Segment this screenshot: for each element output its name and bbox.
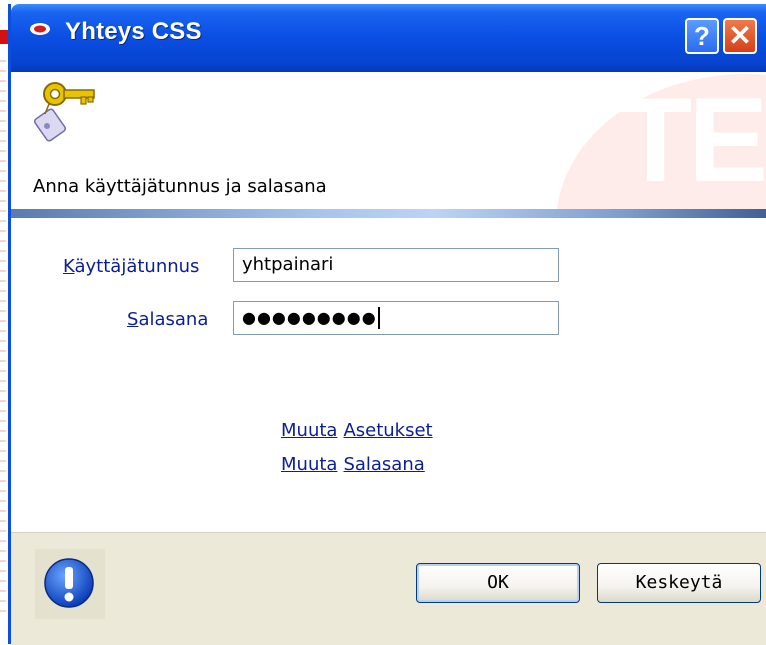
banner-separator [11,209,766,218]
username-label-accesskey: K [63,256,75,277]
help-button[interactable]: ? [685,18,719,54]
cancel-button[interactable]: Keskeytä [597,563,761,603]
button-bar: OK Keskeytä [11,532,766,645]
password-value: ●●●●●●●●● [242,308,377,327]
login-dialog: Yhteys CSS ? ✕ TE Anna käyttäjätunnus ja… [8,4,766,645]
change-settings-prefix[interactable]: Muuta [281,420,337,441]
info-icon-box [35,549,105,619]
username-value: yhtpainari [242,254,334,275]
ok-button[interactable]: OK [416,563,580,603]
text-caret [377,307,380,329]
link-row-settings: Muuta Asetukset [281,420,433,441]
password-label: Salasana [127,309,208,330]
username-label: Käyttäjätunnus [63,256,199,277]
title-bar[interactable]: Yhteys CSS ? ✕ [11,4,766,72]
form-panel: Käyttäjätunnus yhtpainari Salasana ●●●●●… [11,218,766,532]
change-password-prefix[interactable]: Muuta [281,454,337,475]
password-label-accesskey: S [127,309,139,330]
password-input[interactable]: ●●●●●●●●● [233,301,559,335]
key-icon [33,82,95,142]
login-prompt: Anna käyttäjätunnus ja salasana [33,176,327,197]
watermark-logo: TE [619,73,766,207]
close-button[interactable]: ✕ [723,18,757,54]
window-title: Yhteys CSS [65,18,202,45]
password-label-text: alasana [138,309,209,330]
banner: TE Anna käyttäjätunnus ja salasana [11,72,766,209]
username-input[interactable]: yhtpainari [233,248,559,282]
background-left-lines [0,60,6,620]
change-password-link[interactable]: Salasana [343,454,424,475]
connection-icon [30,23,50,35]
change-settings-link[interactable]: Asetukset [343,420,432,441]
link-row-password: Muuta Salasana [281,454,425,475]
username-label-text: äyttäjätunnus [74,256,200,277]
exclamation-icon [44,558,94,608]
